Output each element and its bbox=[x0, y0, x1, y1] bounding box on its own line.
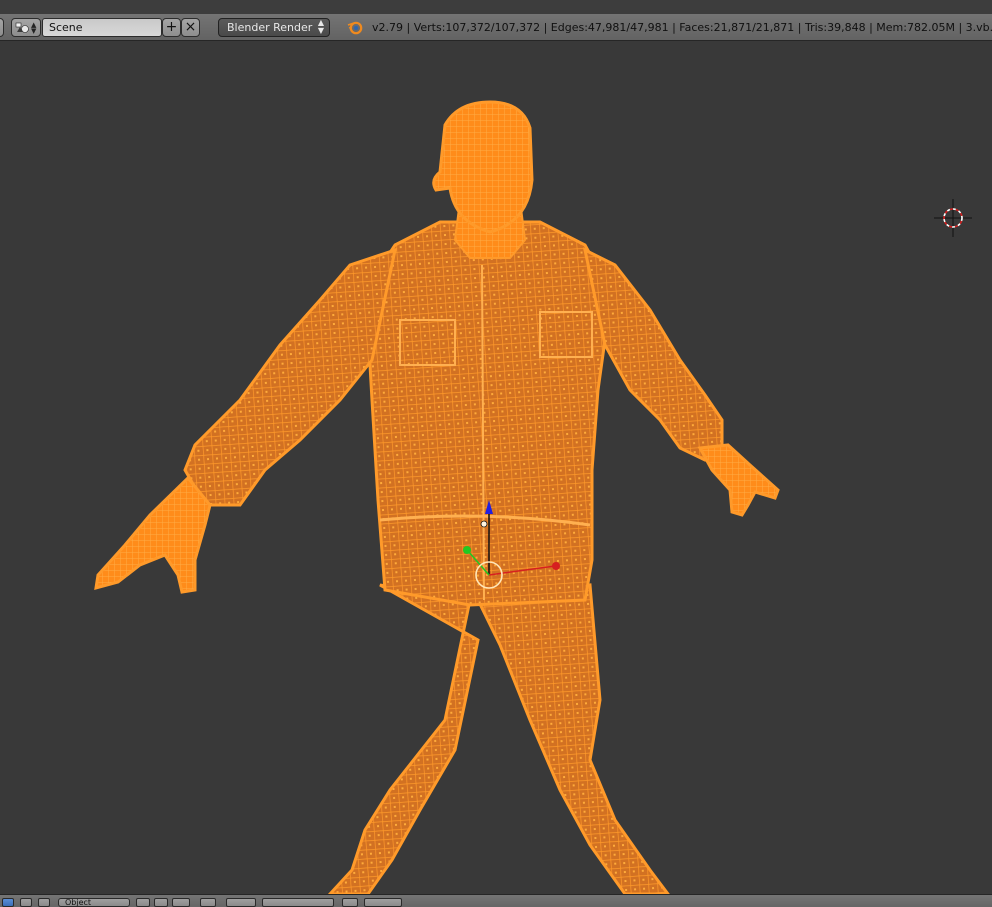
plus-icon: + bbox=[165, 19, 178, 35]
info-header: ▲ ▼ Scene + × Blender Render ▲ ▼ v2.79 | … bbox=[0, 0, 992, 41]
mesh-left-arm bbox=[183, 247, 398, 507]
blender-logo-icon bbox=[347, 21, 363, 35]
y-axis-handle[interactable] bbox=[463, 546, 471, 554]
render-engine-label: Blender Render bbox=[227, 21, 313, 34]
mesh-left-hand bbox=[94, 475, 212, 594]
svg-text:▼: ▼ bbox=[31, 27, 37, 35]
close-icon: × bbox=[184, 19, 197, 35]
chevron-updown-icon: ▲ ▼ bbox=[317, 18, 324, 35]
viewport-canvas[interactable] bbox=[0, 41, 992, 894]
object-origin-icon bbox=[480, 520, 488, 528]
scene-name-field[interactable]: Scene bbox=[42, 18, 162, 37]
character-mesh[interactable] bbox=[94, 100, 780, 894]
remove-scene-button[interactable]: × bbox=[181, 18, 200, 37]
add-scene-button[interactable]: + bbox=[162, 18, 181, 37]
scene-statistics: v2.79 | Verts:107,372/107,372 | Edges:47… bbox=[372, 21, 992, 34]
3d-viewport[interactable] bbox=[0, 41, 992, 894]
scene-browse-button[interactable]: ▲ ▼ bbox=[11, 18, 41, 37]
mesh-right-hand bbox=[697, 443, 780, 517]
3d-view-header: Object bbox=[0, 894, 992, 907]
editor-menu-button[interactable] bbox=[0, 18, 4, 37]
x-axis-handle[interactable] bbox=[552, 562, 560, 570]
scene-icon: ▲ ▼ bbox=[15, 21, 37, 35]
mesh-head bbox=[432, 100, 534, 234]
mesh-right-arm bbox=[582, 247, 724, 462]
3d-cursor-icon[interactable] bbox=[934, 199, 972, 237]
render-engine-select[interactable]: Blender Render ▲ ▼ bbox=[218, 18, 330, 37]
mesh-left-leg bbox=[327, 583, 480, 894]
mesh-right-leg bbox=[475, 583, 670, 894]
